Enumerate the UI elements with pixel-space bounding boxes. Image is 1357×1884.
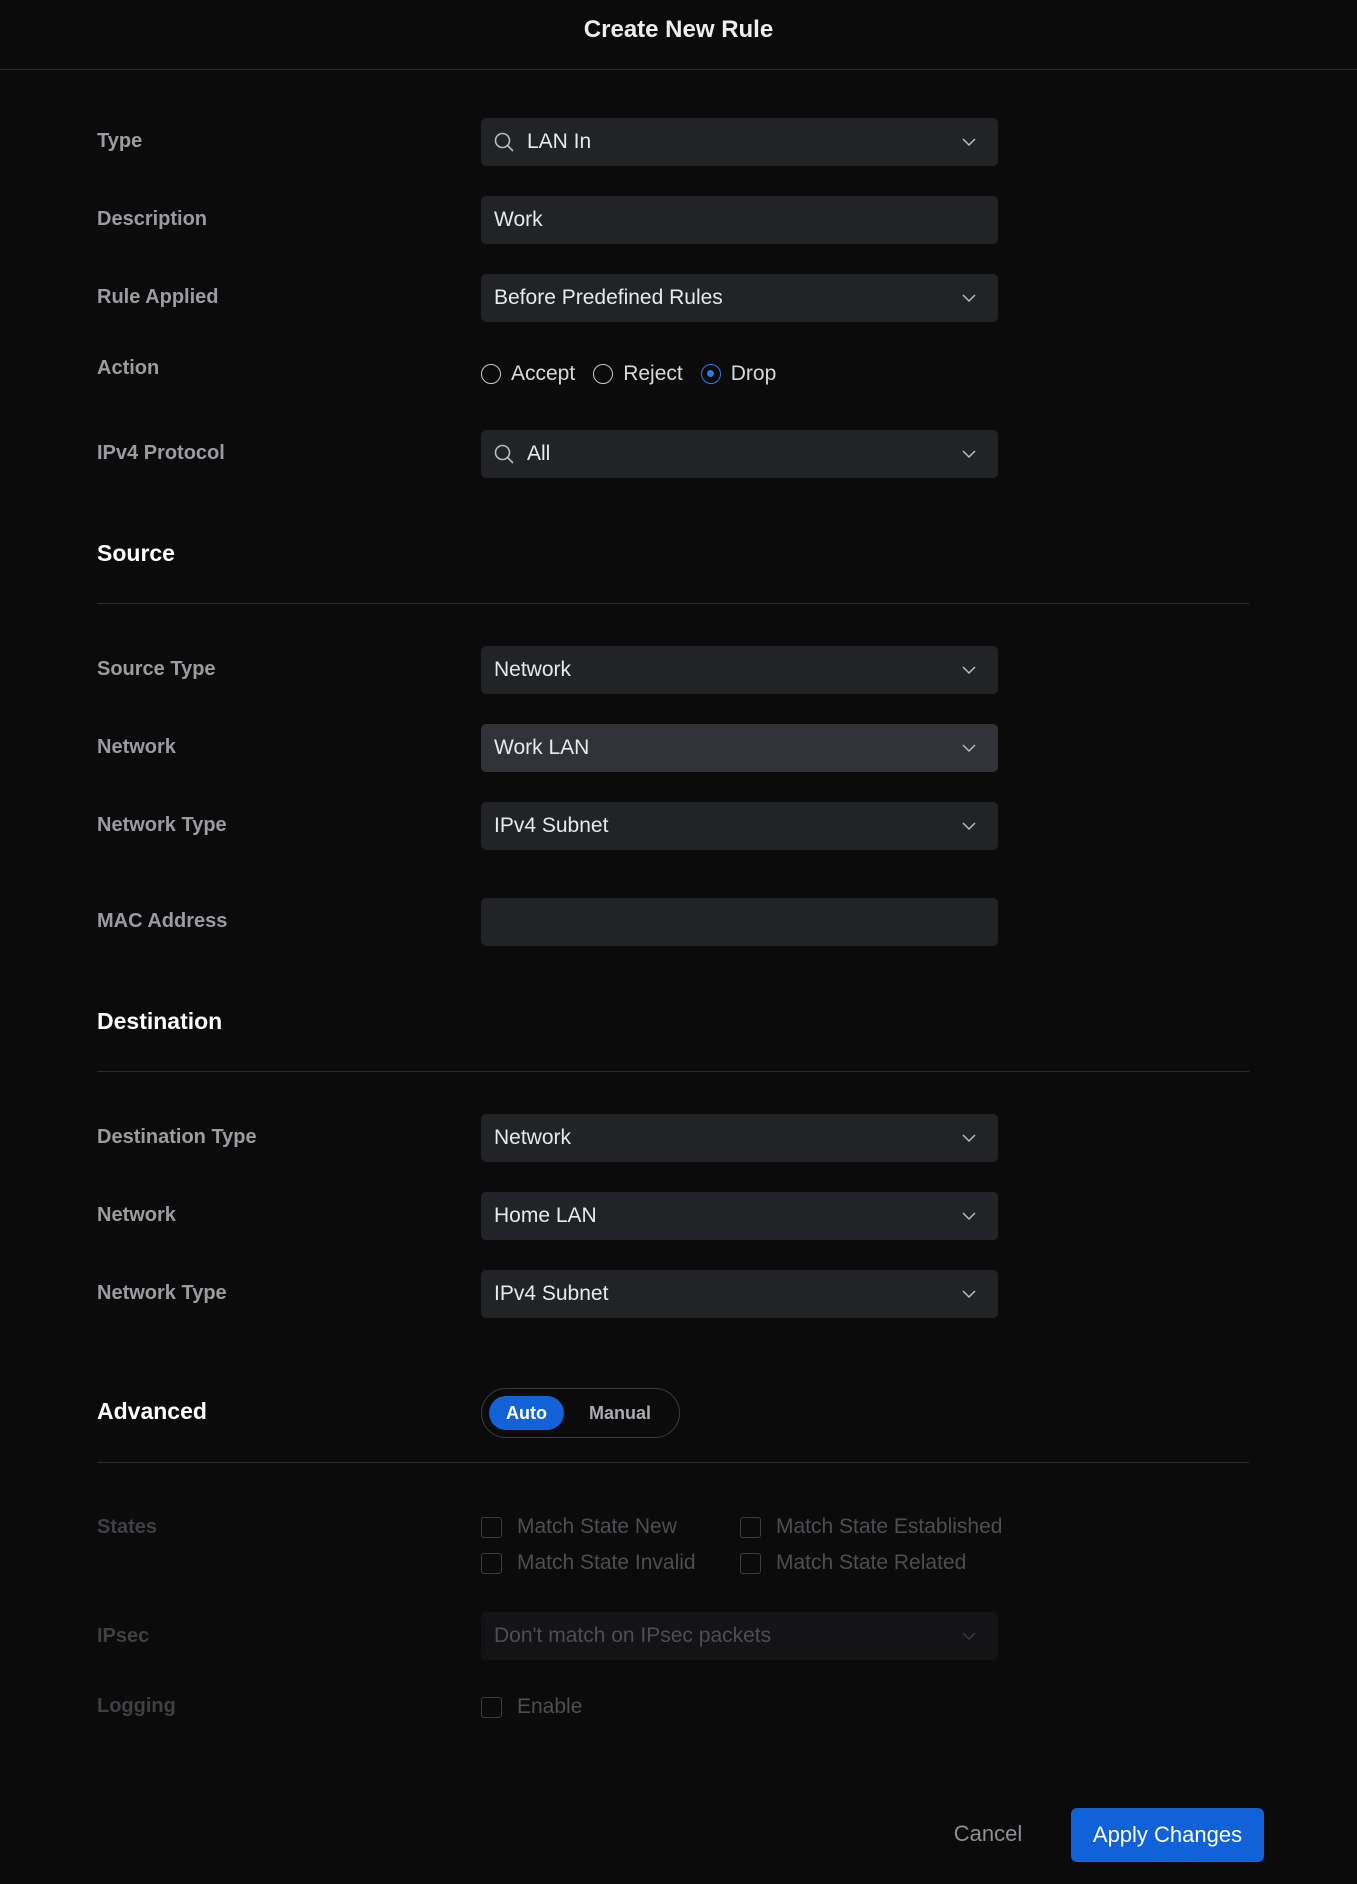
chevron-down-icon bbox=[962, 1212, 976, 1221]
chevron-down-icon bbox=[962, 666, 976, 675]
destination-type-select[interactable]: Network bbox=[481, 1114, 998, 1162]
destination-network-type-label: Network Type bbox=[97, 1282, 227, 1304]
action-reject-label: Reject bbox=[623, 362, 683, 385]
match-state-related-checkbox[interactable]: Match State Related bbox=[740, 1551, 966, 1575]
rule-applied-label: Rule Applied bbox=[97, 286, 219, 308]
logging-label: Logging bbox=[97, 1695, 176, 1717]
checkbox-icon bbox=[481, 1696, 502, 1718]
action-drop-radio[interactable]: Drop bbox=[700, 362, 777, 386]
description-input[interactable]: Work bbox=[481, 196, 998, 244]
protocol-label: IPv4 Protocol bbox=[97, 442, 225, 464]
protocol-value: All bbox=[527, 442, 551, 465]
protocol-select[interactable]: All bbox=[481, 430, 998, 478]
chevron-down-icon bbox=[962, 1134, 976, 1143]
chevron-down-icon bbox=[962, 1632, 976, 1641]
mac-address-input[interactable] bbox=[481, 898, 998, 946]
destination-network-type-select[interactable]: IPv4 Subnet bbox=[481, 1270, 998, 1318]
action-accept-radio[interactable]: Accept bbox=[481, 362, 575, 386]
type-select[interactable]: LAN In bbox=[481, 118, 998, 166]
logging-enable-checkbox[interactable]: Enable bbox=[481, 1695, 582, 1719]
chevron-down-icon bbox=[962, 1290, 976, 1299]
divider bbox=[97, 603, 1249, 604]
chevron-down-icon bbox=[962, 744, 976, 753]
advanced-heading: Advanced bbox=[97, 1398, 207, 1424]
action-radio-group: Accept Reject Drop bbox=[481, 362, 794, 386]
ipsec-value: Don't match on IPsec packets bbox=[494, 1624, 772, 1647]
states-label: States bbox=[97, 1516, 158, 1538]
apply-changes-button[interactable]: Apply Changes bbox=[1071, 1808, 1264, 1862]
source-network-type-value: IPv4 Subnet bbox=[494, 814, 609, 837]
auto-mode-button[interactable]: Auto bbox=[489, 1396, 564, 1430]
advanced-mode-toggle: Auto Manual bbox=[481, 1388, 680, 1438]
mac-address-label: MAC Address bbox=[97, 910, 228, 932]
destination-network-value: Home LAN bbox=[494, 1204, 597, 1227]
destination-network-select[interactable]: Home LAN bbox=[481, 1192, 998, 1240]
rule-applied-select[interactable]: Before Predefined Rules bbox=[481, 274, 998, 322]
source-network-type-label: Network Type bbox=[97, 814, 227, 836]
cancel-button[interactable]: Cancel bbox=[940, 1810, 1036, 1858]
checkbox-icon bbox=[740, 1516, 761, 1538]
chevron-down-icon bbox=[962, 450, 976, 459]
action-label: Action bbox=[97, 357, 160, 379]
match-state-new-checkbox[interactable]: Match State New bbox=[481, 1515, 677, 1539]
source-type-select[interactable]: Network bbox=[481, 646, 998, 694]
logging-enable-label: Enable bbox=[517, 1695, 583, 1718]
ipsec-select[interactable]: Don't match on IPsec packets bbox=[481, 1612, 998, 1660]
dialog-title: Create New Rule bbox=[583, 16, 774, 43]
match-state-new-label: Match State New bbox=[517, 1515, 677, 1538]
action-reject-radio[interactable]: Reject bbox=[593, 362, 683, 386]
search-icon bbox=[494, 132, 514, 152]
checkbox-icon bbox=[481, 1552, 502, 1574]
source-network-select[interactable]: Work LAN bbox=[481, 724, 998, 772]
chevron-down-icon bbox=[962, 138, 976, 147]
destination-type-label: Destination Type bbox=[97, 1126, 257, 1148]
source-network-label: Network bbox=[97, 736, 176, 758]
manual-mode-button[interactable]: Manual bbox=[576, 1396, 664, 1430]
checkbox-icon bbox=[740, 1552, 761, 1574]
divider bbox=[97, 1462, 1249, 1463]
type-label: Type bbox=[97, 130, 143, 152]
type-value: LAN In bbox=[527, 130, 592, 153]
destination-heading: Destination bbox=[97, 1008, 223, 1034]
divider bbox=[97, 1071, 1249, 1072]
dialog-header: Create New Rule bbox=[0, 0, 1357, 70]
match-state-established-label: Match State Established bbox=[776, 1515, 1003, 1538]
checkbox-icon bbox=[481, 1516, 502, 1538]
source-network-type-select[interactable]: IPv4 Subnet bbox=[481, 802, 998, 850]
action-drop-label: Drop bbox=[730, 362, 777, 385]
destination-network-type-value: IPv4 Subnet bbox=[494, 1282, 609, 1305]
action-accept-label: Accept bbox=[511, 362, 576, 385]
source-network-value: Work LAN bbox=[494, 736, 590, 759]
match-state-related-label: Match State Related bbox=[776, 1551, 967, 1574]
ipsec-label: IPsec bbox=[97, 1625, 150, 1647]
description-label: Description bbox=[97, 208, 208, 230]
source-type-value: Network bbox=[494, 658, 572, 681]
radio-circle-icon bbox=[481, 364, 501, 384]
match-state-established-checkbox[interactable]: Match State Established bbox=[740, 1515, 1002, 1539]
radio-selected-icon bbox=[700, 364, 721, 384]
search-icon bbox=[494, 444, 514, 464]
destination-type-value: Network bbox=[494, 1126, 572, 1149]
match-state-invalid-checkbox[interactable]: Match State Invalid bbox=[481, 1551, 696, 1575]
source-heading: Source bbox=[97, 540, 175, 566]
chevron-down-icon bbox=[962, 822, 976, 831]
destination-network-label: Network bbox=[97, 1204, 176, 1226]
rule-applied-value: Before Predefined Rules bbox=[494, 286, 723, 309]
source-type-label: Source Type bbox=[97, 658, 216, 680]
description-value: Work bbox=[494, 208, 543, 231]
radio-circle-icon bbox=[593, 364, 614, 384]
chevron-down-icon bbox=[962, 294, 976, 303]
match-state-invalid-label: Match State Invalid bbox=[517, 1551, 696, 1574]
